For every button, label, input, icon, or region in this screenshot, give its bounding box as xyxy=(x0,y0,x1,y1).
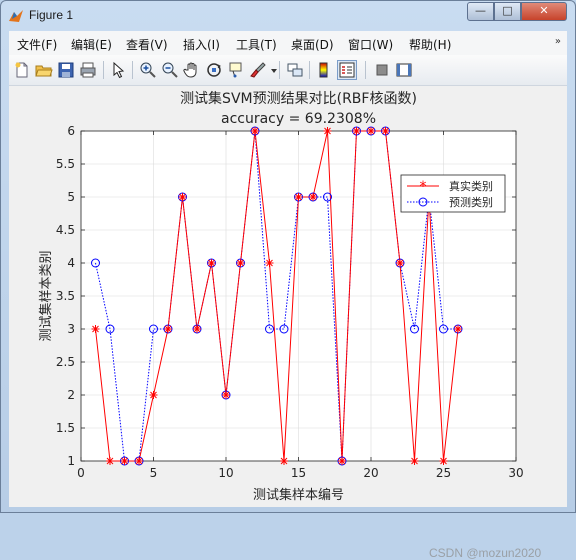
title-bar[interactable]: Figure 1 — □ ✕ xyxy=(1,1,575,31)
menu-bar: 文件(F) 编辑(E) 查看(V) 插入(I) 工具(T) 桌面(D) 窗口(W… xyxy=(9,31,567,55)
menu-view[interactable]: 查看(V) xyxy=(126,36,168,53)
true-point xyxy=(309,193,317,201)
y-axis-label: 测试集样本类别 xyxy=(38,250,54,341)
x-tick-label: 5 xyxy=(150,466,158,480)
true-point xyxy=(164,325,172,333)
pan-hand-icon[interactable] xyxy=(183,61,201,79)
hide-plot-tools-icon[interactable] xyxy=(373,61,391,79)
watermark: CSDN @mozun2020 xyxy=(429,546,542,560)
menu-edit[interactable]: 编辑(E) xyxy=(71,36,112,53)
plot-area[interactable]: 0 5 10 15 20 25 30 1 1.5 2 2.5 3 3.5 4 4.5 5 5.5 6 测试集SVM… xyxy=(9,86,567,560)
toolbar-separator xyxy=(365,61,366,79)
legend-icon[interactable] xyxy=(337,60,357,80)
menu-window[interactable]: 窗口(W) xyxy=(348,36,393,53)
close-button[interactable]: ✕ xyxy=(521,2,567,21)
y-tick-label: 3 xyxy=(67,322,75,336)
true-point xyxy=(222,391,230,399)
open-folder-icon[interactable] xyxy=(35,61,53,79)
true-point xyxy=(251,127,259,135)
menu-tools[interactable]: 工具(T) xyxy=(236,36,277,53)
y-tick-label: 4.5 xyxy=(56,223,75,237)
true-point xyxy=(236,259,245,267)
toolbar-separator xyxy=(279,61,280,79)
y-tick-label: 2 xyxy=(67,388,75,402)
true-point xyxy=(338,457,346,465)
zoom-in-icon[interactable] xyxy=(139,61,157,79)
true-point xyxy=(454,325,462,333)
menu-file[interactable]: 文件(F) xyxy=(17,36,57,53)
y-tick-label: 6 xyxy=(67,124,75,138)
maximize-button[interactable]: □ xyxy=(494,2,521,21)
true-point xyxy=(178,193,187,201)
true-point xyxy=(410,457,419,465)
true-point xyxy=(367,127,375,135)
x-tick-label: 0 xyxy=(77,466,85,480)
menu-help[interactable]: 帮助(H) xyxy=(409,36,451,53)
matlab-logo-icon xyxy=(8,8,24,24)
figure-window: Figure 1 — □ ✕ 文件(F) 编辑(E) 查看(V) 插入(I) 工… xyxy=(0,0,576,560)
true-point xyxy=(352,127,361,135)
y-tick-label: 2.5 xyxy=(56,355,75,369)
toolbar-separator xyxy=(103,61,104,79)
menu-insert[interactable]: 插入(I) xyxy=(183,36,220,53)
x-tick-label: 20 xyxy=(363,466,378,480)
true-point xyxy=(193,325,201,333)
menu-overflow-icon[interactable]: » xyxy=(555,36,561,47)
figure-toolbar xyxy=(9,55,567,86)
true-point xyxy=(323,127,332,135)
true-point xyxy=(135,457,143,465)
true-point xyxy=(207,259,216,267)
menu-desktop[interactable]: 桌面(D) xyxy=(291,36,334,53)
true-point xyxy=(106,457,114,465)
y-tick-label: 3.5 xyxy=(56,289,75,303)
y-tick-label: 5 xyxy=(67,190,75,204)
legend-marker-true: * xyxy=(420,179,427,195)
x-axis-label: 测试集样本编号 xyxy=(253,487,344,503)
x-tick-label: 30 xyxy=(508,466,523,480)
colorbar-icon[interactable] xyxy=(315,61,333,79)
y-tick-label: 5.5 xyxy=(56,157,75,171)
link-icon[interactable] xyxy=(286,61,304,79)
true-point xyxy=(396,259,404,267)
save-icon[interactable] xyxy=(57,61,75,79)
toolbar-separator xyxy=(309,61,310,79)
true-point xyxy=(265,259,274,267)
y-tick-label: 1.5 xyxy=(56,421,75,435)
minimize-button[interactable]: — xyxy=(467,2,494,21)
legend[interactable]: * 真实类别 预测类别 xyxy=(400,174,506,213)
true-point xyxy=(91,325,100,333)
y-tick-label: 1 xyxy=(67,454,75,468)
brush-dropdown-icon[interactable] xyxy=(265,61,277,79)
show-plot-tools-icon[interactable] xyxy=(395,61,413,79)
zoom-out-icon[interactable] xyxy=(161,61,179,79)
chart-subtitle: accuracy = 69.2308% xyxy=(221,111,376,127)
legend-label-true: 真实类别 xyxy=(449,179,493,193)
y-tick-label: 4 xyxy=(67,256,75,270)
new-figure-icon[interactable] xyxy=(13,61,31,79)
figure-client: 文件(F) 编辑(E) 查看(V) 插入(I) 工具(T) 桌面(D) 窗口(W… xyxy=(9,31,567,560)
legend-label-pred: 预测类别 xyxy=(449,195,493,209)
window-title: Figure 1 xyxy=(29,8,74,22)
print-icon[interactable] xyxy=(79,61,97,79)
chart-title: 测试集SVM预测结果对比(RBF核函数) xyxy=(180,90,417,107)
true-point xyxy=(120,457,129,465)
x-tick-label: 25 xyxy=(436,466,451,480)
data-cursor-icon[interactable] xyxy=(227,61,245,79)
true-point xyxy=(294,193,303,201)
x-tick-label: 10 xyxy=(218,466,233,480)
true-point xyxy=(381,127,390,135)
true-point xyxy=(280,457,288,465)
true-point xyxy=(149,391,158,399)
rotate-3d-icon[interactable] xyxy=(205,61,223,79)
pointer-icon[interactable] xyxy=(109,61,127,79)
toolbar-separator xyxy=(132,61,133,79)
x-tick-label: 15 xyxy=(291,466,306,480)
chart-canvas[interactable]: 0 5 10 15 20 25 30 1 1.5 2 2.5 3 3.5 4 4.5 5 5.5 6 测试集SVM… xyxy=(9,86,567,507)
true-point xyxy=(439,457,448,465)
